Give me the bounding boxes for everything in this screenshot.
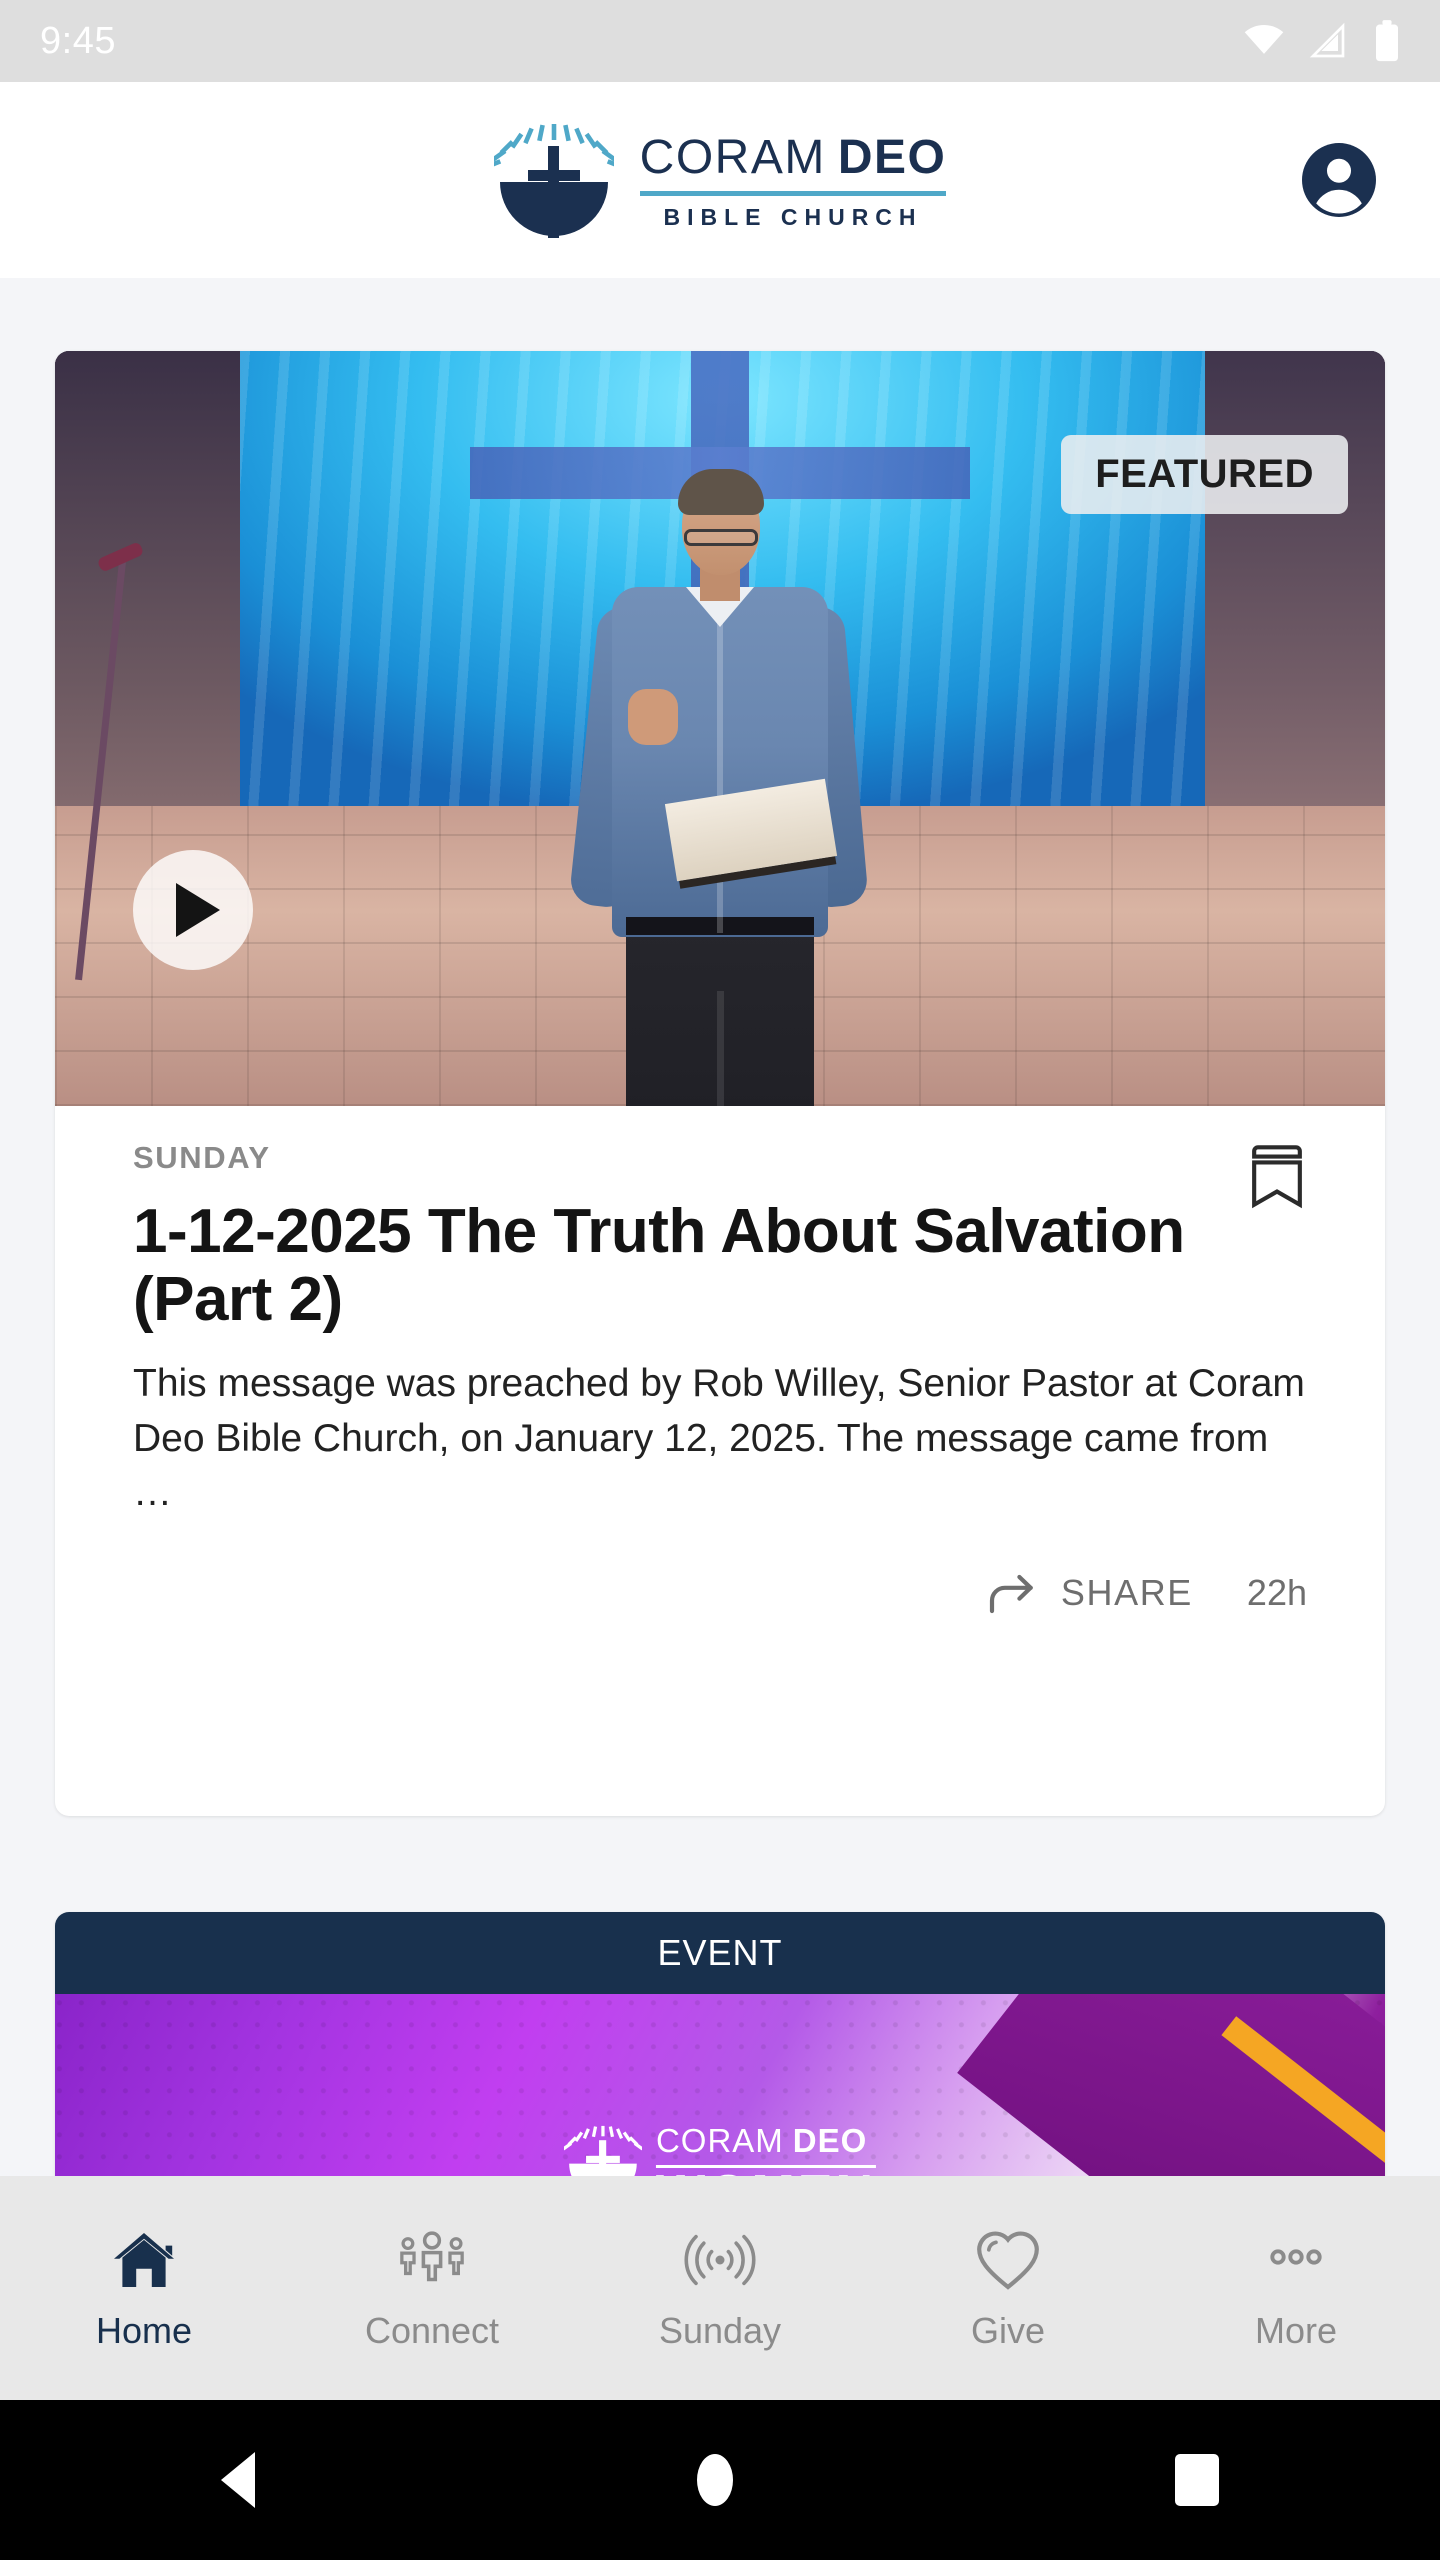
bookmark-button[interactable] xyxy=(1247,1142,1307,1210)
people-icon xyxy=(400,2231,464,2282)
nav-label-connect: Connect xyxy=(364,2310,500,2351)
event-logo-name-light: CORAM xyxy=(655,2122,784,2160)
pastor-hair xyxy=(678,469,764,515)
back-triangle-icon[interactable] xyxy=(221,2452,255,2508)
nav-item-more[interactable]: More xyxy=(1152,2224,1440,2352)
recents-square-icon[interactable] xyxy=(1175,2454,1219,2506)
video-thumbnail[interactable]: FEATURED xyxy=(55,351,1385,1106)
card-actions: SHARE 22h xyxy=(55,1569,1385,1617)
more-dots-icon xyxy=(1270,2249,1322,2265)
card-body: SUNDAY 1-12-2025 The Truth About Salvati… xyxy=(55,1106,1385,1521)
logo-subtitle: BIBLE CHURCH xyxy=(663,203,923,230)
pastor-glasses xyxy=(684,529,758,546)
account-circle-icon xyxy=(1316,158,1362,214)
event-logo-text: CORAM DEO WOMEN xyxy=(655,2122,877,2176)
wifi-icon xyxy=(1244,24,1284,54)
bottom-navigation: Home Connect Sunday Give More xyxy=(0,2176,1440,2400)
featured-badge-label: FEATURED xyxy=(1095,452,1314,496)
android-system-navigation xyxy=(0,2400,1440,2560)
app-header: CORAM DEO BIBLE CHURCH xyxy=(0,82,1440,278)
nav-item-home[interactable]: Home xyxy=(0,2224,288,2352)
nav-item-connect[interactable]: Connect xyxy=(288,2224,576,2352)
featured-badge: FEATURED xyxy=(1061,435,1348,514)
event-card-label: EVENT xyxy=(657,1932,783,1973)
logo-divider xyxy=(639,190,947,196)
nav-item-sunday[interactable]: Sunday xyxy=(576,2224,864,2352)
status-bar: 9:45 xyxy=(0,0,1440,82)
event-card-image: CORAM DEO WOMEN xyxy=(55,1994,1385,2176)
share-label: SHARE xyxy=(1060,1571,1193,1613)
card-description: This message was preached by Rob Willey,… xyxy=(133,1362,1305,1515)
nav-label-sunday: Sunday xyxy=(658,2310,782,2351)
broadcast-icon xyxy=(684,2234,756,2286)
play-icon xyxy=(176,883,220,937)
battery-icon xyxy=(1376,20,1398,62)
pastor-shirt-placket xyxy=(717,613,723,933)
nav-label-more: More xyxy=(1254,2310,1338,2351)
event-card[interactable]: EVENT CORAM DEO xyxy=(55,1912,1385,2176)
featured-sermon-card[interactable]: FEATURED SUNDAY 1-12-2025 The Truth Abou… xyxy=(55,351,1385,1816)
event-logo-top: CORAM DEO xyxy=(656,2122,876,2160)
event-logo: CORAM DEO WOMEN xyxy=(562,2122,877,2176)
nav-label-home: Home xyxy=(95,2310,193,2351)
sunburst-cross-icon xyxy=(562,2122,644,2176)
time-ago: 22h xyxy=(1246,1571,1307,1613)
logo-top-line: CORAM DEO xyxy=(640,130,947,185)
heart-icon xyxy=(977,2231,1039,2290)
pastor-hand xyxy=(628,689,678,745)
status-bar-time: 9:45 xyxy=(40,20,116,62)
card-title: 1-12-2025 The Truth About Salvation (Par… xyxy=(133,1197,1185,1334)
card-kicker: SUNDAY xyxy=(133,1140,271,1175)
home-icon xyxy=(114,2233,174,2287)
event-card-header: EVENT xyxy=(55,1912,1385,1994)
event-logo-name-bold: DEO xyxy=(792,2122,868,2160)
share-button[interactable]: SHARE xyxy=(987,1569,1193,1617)
status-bar-icons xyxy=(1242,19,1404,63)
logo-name-light: CORAM xyxy=(639,130,826,184)
home-circle-icon[interactable] xyxy=(697,2454,733,2506)
cellular-signal-icon xyxy=(1309,22,1345,58)
nav-label-give: Give xyxy=(970,2310,1046,2351)
play-button[interactable] xyxy=(133,850,253,970)
scroll-content[interactable]: FEATURED SUNDAY 1-12-2025 The Truth Abou… xyxy=(0,278,1440,2176)
nav-item-give[interactable]: Give xyxy=(864,2224,1152,2352)
brand-logo[interactable]: CORAM DEO BIBLE CHURCH xyxy=(484,120,947,240)
pastor-leg-split xyxy=(717,991,724,1106)
logo-wordmark: CORAM DEO BIBLE CHURCH xyxy=(639,130,947,231)
bookmark-icon xyxy=(1252,1145,1302,1209)
share-icon xyxy=(989,1574,1033,1614)
profile-button[interactable] xyxy=(1302,143,1376,217)
sunburst-cross-icon xyxy=(484,120,623,240)
logo-name-bold: DEO xyxy=(837,130,947,184)
